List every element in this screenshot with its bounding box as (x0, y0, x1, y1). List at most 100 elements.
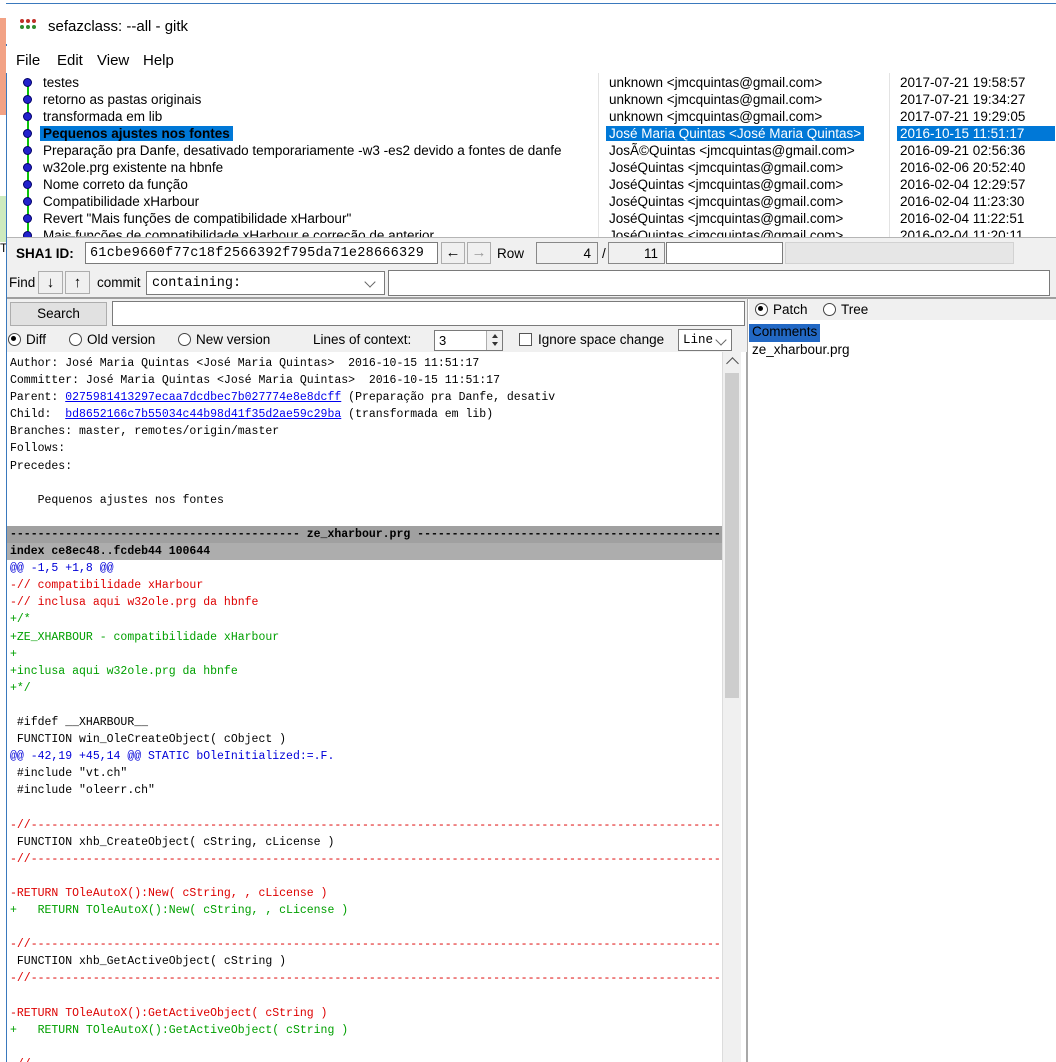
diff-line-meta: index ce8ec48..fcdeb44 100644 (7, 543, 722, 560)
commit-row[interactable]: Nome correto da função JoséQuintas <jmcqu… (7, 177, 1056, 194)
diff-line-add: +ZE_XHARBOUR - compatibilidade xHarbour (10, 629, 722, 646)
aux-entry[interactable] (666, 242, 783, 264)
commit-sha-link[interactable]: bd8652166c7b55034c44b98d41f35d2ae59c29ba (65, 408, 341, 421)
file-list[interactable]: Commentsze_xharbour.prg (749, 320, 1056, 1062)
ignore-space-checkbox[interactable] (519, 333, 532, 346)
commit-row[interactable]: w32ole.prg existente na hbnfe JoséQuintas… (7, 160, 1056, 177)
commit-message[interactable]: Preparação pra Danfe, desativado tempora… (40, 143, 565, 158)
search-row: Search (7, 299, 747, 328)
diff-line-ctx: Author: José Maria Quintas <José Maria Q… (10, 355, 722, 372)
commit-author[interactable]: unknown <jmcquintas@gmail.com> (606, 92, 825, 107)
back-button[interactable]: ← (441, 242, 465, 264)
spinner-down-icon[interactable] (492, 342, 498, 346)
row-total-field[interactable] (608, 242, 665, 264)
scrollbar-thumb[interactable] (725, 373, 739, 698)
new-version-label: New version (196, 332, 270, 347)
commit-message[interactable]: Pequenos ajustes nos fontes (40, 126, 233, 141)
diff-line-del: -//-------------------------------------… (10, 936, 722, 953)
find-next-button[interactable]: ↓ (38, 271, 63, 294)
commit-author[interactable]: JoséQuintas <jmcquintas@gmail.com> (606, 211, 846, 226)
diff-line-link: Child: bd8652166c7b55034c44b98d41f35d2ae… (10, 406, 722, 423)
commit-message[interactable]: retorno as pastas originais (40, 92, 204, 107)
commit-message[interactable]: Mais funções de compatibilidade xHarbour… (40, 228, 437, 237)
commit-row[interactable]: transformada em lib unknown <jmcquintas@g… (7, 109, 1056, 126)
commit-date[interactable]: 2016-02-06 20:52:40 (897, 160, 1055, 175)
forward-button[interactable]: → (467, 242, 491, 264)
find-mode-combobox[interactable]: containing: (146, 271, 385, 295)
commit-date[interactable]: 2016-02-04 11:23:30 (897, 194, 1055, 209)
commit-date[interactable]: 2016-09-21 02:56:36 (897, 143, 1055, 158)
menu-file[interactable]: File (16, 52, 40, 69)
diff-line-blank (10, 868, 722, 885)
lines-of-context-label: Lines of context: (313, 332, 411, 347)
spinner-up-icon[interactable] (492, 334, 498, 338)
menu-edit[interactable]: Edit (57, 52, 83, 69)
commit-author[interactable]: JosÃ©Quintas <jmcquintas@gmail.com> (606, 143, 858, 158)
file-list-item[interactable]: Comments (749, 324, 820, 342)
commit-author[interactable]: JoséQuintas <jmcquintas@gmail.com> (606, 160, 846, 175)
commit-message[interactable]: Nome correto da função (40, 177, 191, 192)
patch-radio[interactable] (755, 303, 768, 316)
commit-row[interactable]: retorno as pastas originais unknown <jmcq… (7, 92, 1056, 109)
commit-date[interactable]: 2017-07-21 19:58:57 (897, 75, 1055, 90)
commit-row[interactable]: testes unknown <jmcquintas@gmail.com> 2017… (7, 75, 1056, 92)
diff-line-blank (10, 697, 722, 714)
commit-date[interactable]: 2016-02-04 11:20:11 (897, 228, 1055, 237)
menu-help[interactable]: Help (143, 52, 174, 69)
diff-line-del: -// compatibilidade xHarbour (10, 577, 722, 594)
diff-line-del: -//-------------------------------------… (10, 817, 722, 834)
commit-row[interactable]: Mais funções de compatibilidade xHarbour… (7, 228, 1056, 237)
sha1-input[interactable] (85, 242, 438, 264)
commit-date[interactable]: 2017-07-21 19:29:05 (897, 109, 1055, 124)
new-version-radio[interactable] (178, 333, 191, 346)
tree-radio[interactable] (823, 303, 836, 316)
diff-line-add: + RETURN TOleAutoX():New( cString, , cLi… (10, 902, 722, 919)
title-bar: sefazclass: --all - gitk (6, 4, 1056, 44)
scroll-up-icon[interactable] (726, 357, 739, 370)
commit-row[interactable]: Preparação pra Danfe, desativado tempora… (7, 143, 1056, 160)
commit-list[interactable]: testes unknown <jmcquintas@gmail.com> 2017… (7, 73, 1056, 237)
line-diff-value: Line (683, 333, 713, 347)
find-prev-button[interactable]: ↑ (65, 271, 90, 294)
find-toolbar: Find ↓ ↑ commit containing: (7, 268, 1056, 297)
commit-author[interactable]: JoséQuintas <jmcquintas@gmail.com> (606, 228, 846, 237)
search-button[interactable]: Search (10, 302, 107, 326)
commit-date[interactable]: 2016-02-04 11:22:51 (897, 211, 1055, 226)
commit-author[interactable]: JoséQuintas <jmcquintas@gmail.com> (606, 177, 846, 192)
diff-line-add: + (10, 646, 722, 663)
row-current-field[interactable] (536, 242, 598, 264)
commit-sha-link[interactable]: 0275981413297ecaa7dcdbec7b027774e8e8dcff (65, 391, 341, 404)
commit-row[interactable]: Compatibilidade xHarbour JoséQuintas <jmc… (7, 194, 1056, 211)
chevron-down-icon (364, 276, 375, 287)
menu-view[interactable]: View (97, 52, 129, 69)
commit-message[interactable]: testes (40, 75, 82, 90)
search-input[interactable] (112, 301, 745, 326)
commit-date[interactable]: 2017-07-21 19:34:27 (897, 92, 1055, 107)
lines-of-context-spinner[interactable]: 3 (434, 330, 503, 351)
commit-row[interactable]: Revert "Mais funções de compatibilidade … (7, 211, 1056, 228)
commit-author[interactable]: unknown <jmcquintas@gmail.com> (606, 109, 825, 124)
commit-message[interactable]: transformada em lib (40, 109, 165, 124)
line-diff-combobox[interactable]: Line (678, 329, 732, 351)
diff-view[interactable]: Author: José Maria Quintas <José Maria Q… (7, 352, 722, 1062)
commit-date[interactable]: 2016-02-04 12:29:57 (897, 177, 1055, 192)
diff-line-add: +*/ (10, 680, 722, 697)
commit-message[interactable]: Revert "Mais funções de compatibilidade … (40, 211, 354, 226)
file-list-item[interactable]: ze_xharbour.prg (749, 342, 853, 360)
diff-line-hunk: @@ -1,5 +1,8 @@ (10, 560, 722, 577)
old-version-radio[interactable] (69, 333, 82, 346)
diff-line-ctx: #ifdef __XHARBOUR__ (10, 714, 722, 731)
commit-author[interactable]: José Maria Quintas <José Maria Quintas> (606, 126, 864, 141)
patch-tree-row: Patch Tree (749, 299, 1056, 320)
diff-radio[interactable] (8, 333, 21, 346)
vertical-sash[interactable] (746, 298, 748, 1062)
commit-author[interactable]: JoséQuintas <jmcquintas@gmail.com> (606, 194, 846, 209)
diff-scrollbar[interactable] (722, 352, 741, 1062)
spinner-buttons[interactable] (486, 331, 502, 350)
commit-message[interactable]: w32ole.prg existente na hbnfe (40, 160, 226, 175)
commit-row[interactable]: Pequenos ajustes nos fontes José Maria Qu… (7, 126, 1056, 143)
commit-date[interactable]: 2016-10-15 11:51:17 (897, 126, 1055, 141)
find-query-input[interactable] (388, 270, 1050, 296)
commit-author[interactable]: unknown <jmcquintas@gmail.com> (606, 75, 825, 90)
commit-message[interactable]: Compatibilidade xHarbour (40, 194, 202, 209)
